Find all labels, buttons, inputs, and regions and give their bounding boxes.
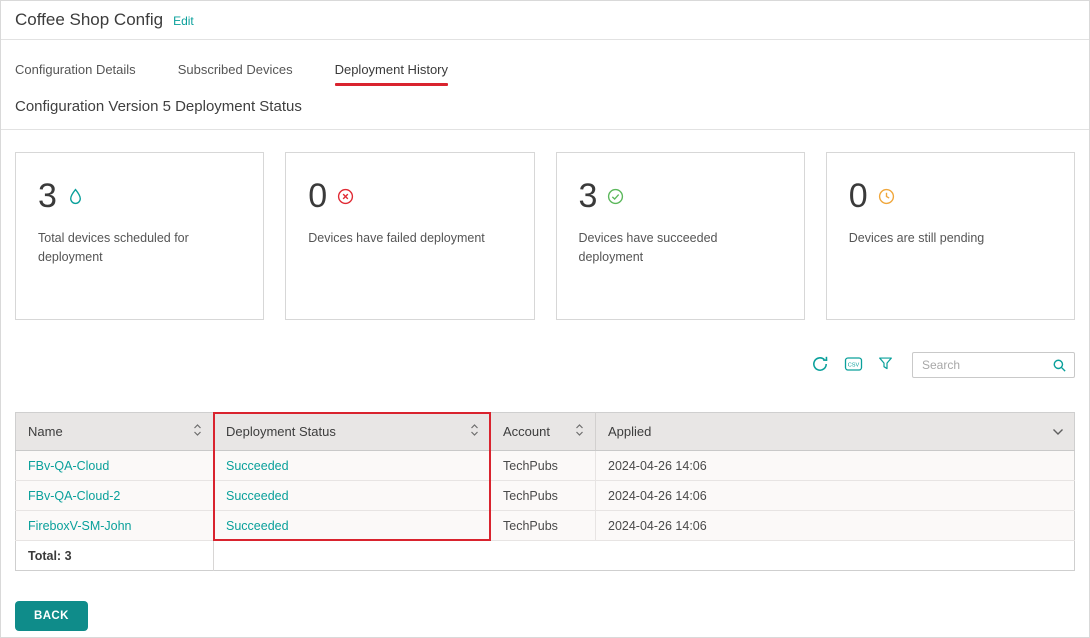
stat-card-top: 0	[849, 179, 1052, 213]
stat-value: 3	[579, 179, 598, 213]
column-label: Name	[28, 424, 63, 439]
page-title: Coffee Shop Config	[15, 10, 163, 30]
stat-label: Devices have succeeded deployment	[579, 229, 779, 268]
page-footer: BACK	[1, 571, 1089, 631]
stat-card-top: 3	[579, 179, 782, 213]
sort-icon[interactable]	[469, 422, 480, 441]
chevron-down-icon[interactable]	[1052, 424, 1064, 439]
sort-icon[interactable]	[574, 422, 585, 441]
stat-label: Total devices scheduled for deployment	[38, 229, 238, 268]
table-row[interactable]: FireboxV-SM-John Succeeded TechPubs 2024…	[16, 511, 1075, 541]
applied-cell: 2024-04-26 14:06	[596, 481, 1075, 511]
check-circle-icon	[607, 188, 624, 205]
x-circle-icon	[337, 188, 354, 205]
stat-card-failed: 0 Devices have failed deployment	[285, 152, 534, 320]
column-header-deployment-status[interactable]: Deployment Status	[214, 413, 491, 451]
tab-label: Configuration Details	[15, 62, 136, 77]
column-label: Applied	[608, 424, 651, 439]
table-row[interactable]: FBv-QA-Cloud-2 Succeeded TechPubs 2024-0…	[16, 481, 1075, 511]
back-button[interactable]: BACK	[15, 601, 88, 631]
sort-icon[interactable]	[192, 422, 203, 441]
account-cell: TechPubs	[491, 481, 596, 511]
tab-bar: Configuration Details Subscribed Devices…	[1, 40, 1089, 86]
device-name-link[interactable]: FireboxV-SM-John	[16, 511, 214, 541]
search-input[interactable]	[912, 352, 1075, 378]
column-label: Deployment Status	[226, 424, 336, 439]
section-title: Configuration Version 5 Deployment Statu…	[15, 98, 302, 115]
stat-card-succeeded: 3 Devices have succeeded deployment	[556, 152, 805, 320]
tab-deployment-history[interactable]: Deployment History	[335, 62, 448, 86]
active-tab-underline-annotation	[335, 83, 448, 86]
tab-label: Subscribed Devices	[178, 62, 293, 77]
column-label: Account	[503, 424, 550, 439]
stat-value: 0	[849, 179, 868, 213]
csv-export-button[interactable]: CSV	[844, 355, 863, 376]
table-header-row: Name Deployment Status	[16, 413, 1075, 451]
total-row-spacer	[214, 541, 1075, 571]
column-header-name[interactable]: Name	[16, 413, 214, 451]
deployment-table: Name Deployment Status	[15, 412, 1075, 571]
csv-export-icon: CSV	[844, 355, 863, 376]
deployment-status-cell: Succeeded	[214, 481, 491, 511]
deployment-status-cell: Succeeded	[214, 451, 491, 481]
edit-link[interactable]: Edit	[173, 14, 194, 28]
stat-card-pending: 0 Devices are still pending	[826, 152, 1075, 320]
filter-icon	[878, 356, 893, 374]
section-head: Configuration Version 5 Deployment Statu…	[1, 98, 1089, 130]
clock-icon	[878, 188, 895, 205]
account-cell: TechPubs	[491, 511, 596, 541]
column-header-account[interactable]: Account	[491, 413, 596, 451]
table-row[interactable]: FBv-QA-Cloud Succeeded TechPubs 2024-04-…	[16, 451, 1075, 481]
refresh-icon	[811, 355, 829, 376]
droplet-icon	[67, 188, 84, 205]
table-toolbar: CSV	[1, 352, 1089, 378]
refresh-button[interactable]	[811, 355, 829, 376]
column-header-applied[interactable]: Applied	[596, 413, 1075, 451]
tab-subscribed-devices[interactable]: Subscribed Devices	[178, 62, 293, 86]
filter-button[interactable]	[878, 356, 893, 374]
stat-value: 0	[308, 179, 327, 213]
stat-value: 3	[38, 179, 57, 213]
applied-cell: 2024-04-26 14:06	[596, 511, 1075, 541]
svg-text:CSV: CSV	[848, 362, 860, 368]
stat-label: Devices have failed deployment	[308, 229, 508, 248]
device-name-link[interactable]: FBv-QA-Cloud-2	[16, 481, 214, 511]
search-wrap	[912, 352, 1075, 378]
deployment-status-cell: Succeeded	[214, 511, 491, 541]
table-total-row: Total: 3	[16, 541, 1075, 571]
stat-card-top: 0	[308, 179, 511, 213]
device-name-link[interactable]: FBv-QA-Cloud	[16, 451, 214, 481]
applied-cell: 2024-04-26 14:06	[596, 451, 1075, 481]
tab-label: Deployment History	[335, 62, 448, 77]
deployment-table-wrap: Name Deployment Status	[15, 412, 1075, 571]
tab-configuration-details[interactable]: Configuration Details	[15, 62, 136, 86]
titlebar: Coffee Shop Config Edit	[1, 1, 1089, 40]
stat-label: Devices are still pending	[849, 229, 1049, 248]
stat-card-top: 3	[38, 179, 241, 213]
account-cell: TechPubs	[491, 451, 596, 481]
stat-card-scheduled: 3 Total devices scheduled for deployment	[15, 152, 264, 320]
stat-cards: 3 Total devices scheduled for deployment…	[1, 130, 1089, 320]
deployment-history-page: Coffee Shop Config Edit Configuration De…	[0, 0, 1090, 638]
total-label: Total: 3	[16, 541, 214, 571]
